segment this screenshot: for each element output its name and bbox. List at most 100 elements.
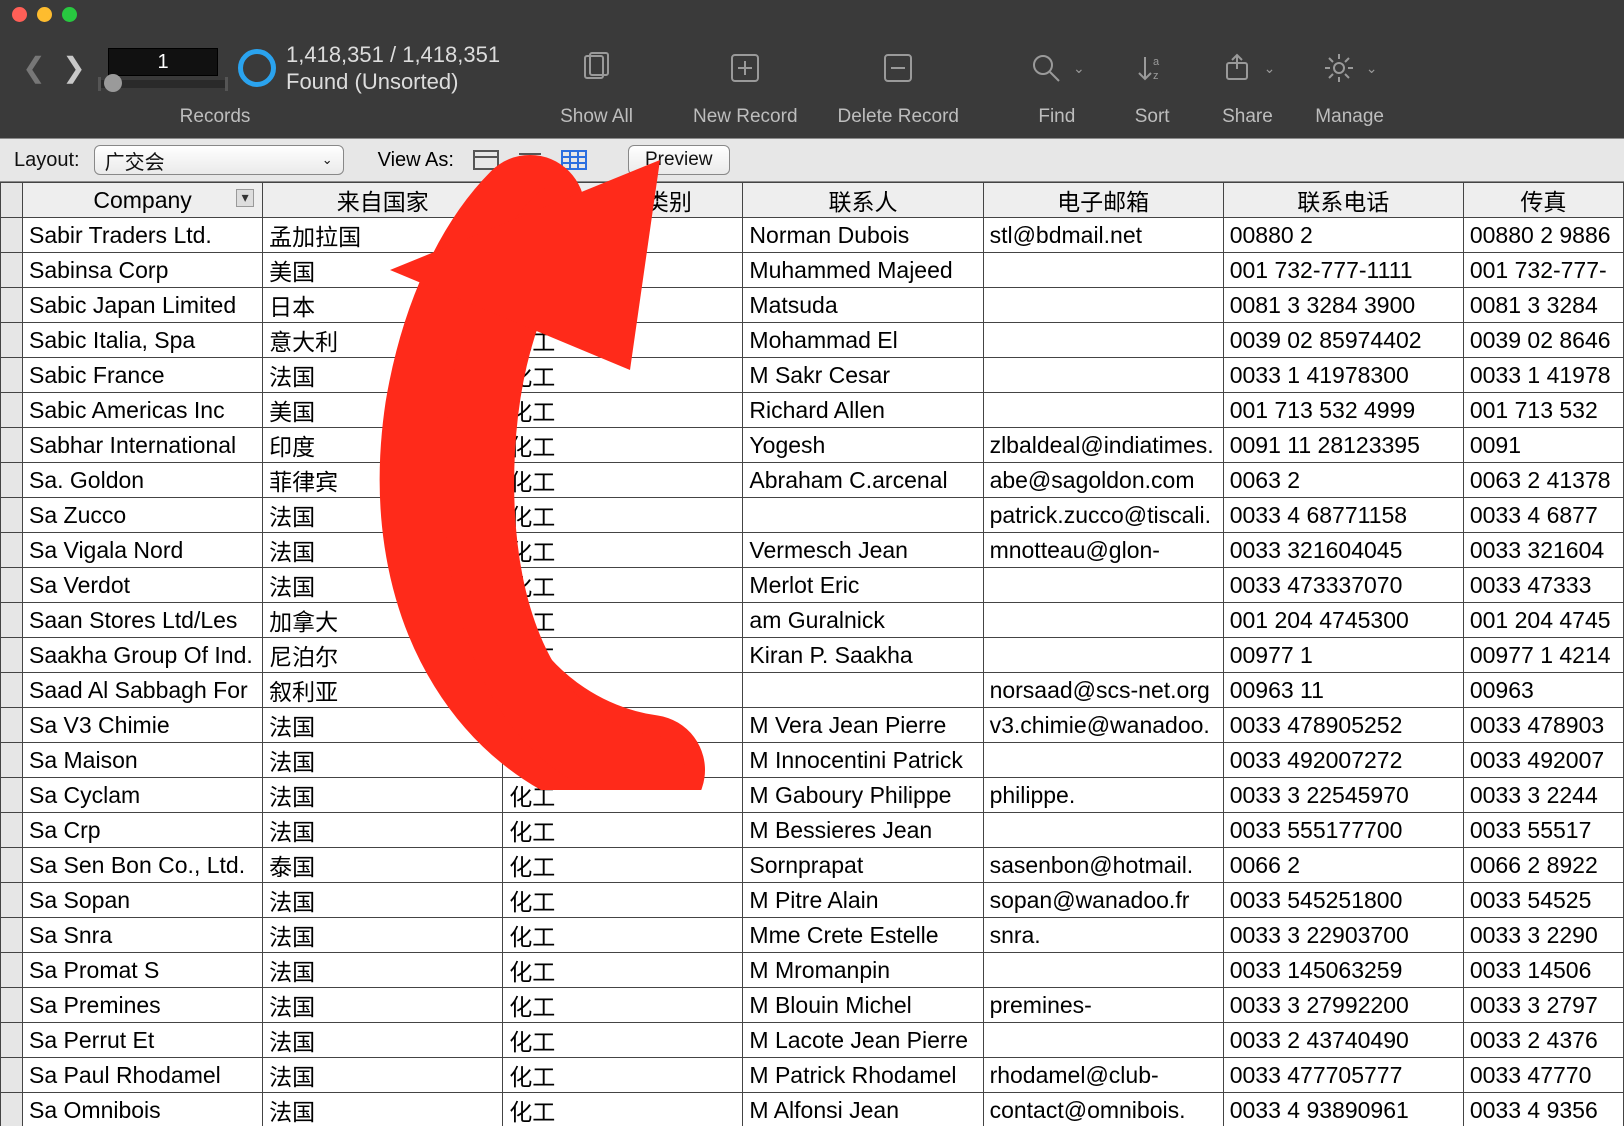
row-gutter[interactable] (1, 603, 23, 638)
cell[interactable]: 0066 2 (1223, 848, 1463, 883)
row-gutter[interactable] (1, 743, 23, 778)
table-row[interactable]: Saad Al Sabbagh For叙利亚化工norsaad@scs-net.… (1, 673, 1624, 708)
cell[interactable]: abe@sagoldon.com (983, 463, 1223, 498)
cell[interactable]: Sabic Americas Inc (23, 393, 263, 428)
cell[interactable]: 化工 (503, 988, 743, 1023)
find-icon[interactable] (1029, 51, 1063, 85)
cell[interactable]: 00880 2 (1223, 218, 1463, 253)
cell[interactable] (503, 708, 743, 743)
cell[interactable]: 0033 3 27992200 (1223, 988, 1463, 1023)
cell[interactable]: 0033 478903 (1463, 708, 1623, 743)
pie-icon[interactable] (238, 49, 276, 87)
cell[interactable]: Sa Maison (23, 743, 263, 778)
row-gutter[interactable] (1, 673, 23, 708)
cell[interactable]: 化工 (503, 918, 743, 953)
cell[interactable] (983, 603, 1223, 638)
cell[interactable]: 印度 (263, 428, 503, 463)
cell[interactable]: 00880 2 9886 (1463, 218, 1623, 253)
col-contact[interactable]: 联系人 (743, 183, 983, 218)
cell[interactable]: 0033 55517 (1463, 813, 1623, 848)
cell[interactable]: Sa Cyclam (23, 778, 263, 813)
col-phone[interactable]: 联系电话 (1223, 183, 1463, 218)
cell[interactable]: Mme Crete Estelle (743, 918, 983, 953)
cell[interactable]: 0033 477705777 (1223, 1058, 1463, 1093)
cell[interactable]: v3.chimie@wanadoo. (983, 708, 1223, 743)
row-gutter[interactable] (1, 358, 23, 393)
cell[interactable] (983, 323, 1223, 358)
cell[interactable]: 0039 02 8646 (1463, 323, 1623, 358)
cell[interactable] (503, 253, 743, 288)
cell[interactable]: 化工 (503, 953, 743, 988)
cell[interactable] (983, 813, 1223, 848)
col-email[interactable]: 电子邮箱 (983, 183, 1223, 218)
cell[interactable]: Sa Verdot (23, 568, 263, 603)
row-gutter[interactable] (1, 1093, 23, 1126)
cell[interactable]: Sabic Japan Limited (23, 288, 263, 323)
preview-button[interactable]: Preview (628, 145, 730, 175)
cell[interactable]: patrick.zucco@tiscali. (983, 498, 1223, 533)
row-gutter[interactable] (1, 568, 23, 603)
cell[interactable]: zlbaldeal@indiatimes. (983, 428, 1223, 463)
cell[interactable]: Sabhar International (23, 428, 263, 463)
table-row[interactable]: Sa Paul Rhodamel法国化工M Patrick Rhodamel r… (1, 1058, 1624, 1093)
cell[interactable]: Sa Perrut Et (23, 1023, 263, 1058)
cell[interactable]: Saad Al Sabbagh For (23, 673, 263, 708)
cell[interactable]: Sa. Goldon (23, 463, 263, 498)
cell[interactable]: Abraham C.arcenal (743, 463, 983, 498)
cell[interactable] (983, 1023, 1223, 1058)
cell[interactable]: 化工 (503, 428, 743, 463)
cell[interactable]: 00963 (1463, 673, 1623, 708)
cell[interactable]: M Alfonsi Jean (743, 1093, 983, 1126)
table-row[interactable]: Sa Sopan法国化工M Pitre Alain sopan@wanadoo.… (1, 883, 1624, 918)
cell[interactable] (743, 498, 983, 533)
table-row[interactable]: Saakha Group Of Ind.尼泊尔化工Kiran P. Saakha… (1, 638, 1624, 673)
manage-menu-chevron-icon[interactable]: ⌄ (1366, 60, 1378, 77)
cell[interactable]: 尼泊尔 (263, 638, 503, 673)
cell[interactable]: 0033 3 2290 (1463, 918, 1623, 953)
cell[interactable]: Sa Vigala Nord (23, 533, 263, 568)
cell[interactable]: 法国 (263, 1058, 503, 1093)
cell[interactable]: Sa Sopan (23, 883, 263, 918)
cell[interactable]: Sabinsa Corp (23, 253, 263, 288)
view-table-button[interactable] (554, 145, 594, 175)
cell[interactable]: 化工 (503, 673, 743, 708)
cell[interactable]: M Vera Jean Pierre (743, 708, 983, 743)
row-gutter[interactable] (1, 918, 23, 953)
cell[interactable]: 化工 (503, 568, 743, 603)
cell[interactable]: 0033 321604045 (1223, 533, 1463, 568)
row-gutter[interactable] (1, 988, 23, 1023)
cell[interactable]: M Pitre Alain (743, 883, 983, 918)
cell[interactable]: Yogesh (743, 428, 983, 463)
cell[interactable]: premines- (983, 988, 1223, 1023)
table-row[interactable]: Saan Stores Ltd/Les加拿大化工am Guralnick001 … (1, 603, 1624, 638)
row-gutter[interactable] (1, 428, 23, 463)
cell[interactable]: Sa Crp (23, 813, 263, 848)
data-table[interactable]: Company 来自国家 采购产品类别 联系人 电子邮箱 联系电话 传真 Sab… (0, 182, 1624, 1126)
cell[interactable]: 0033 545251800 (1223, 883, 1463, 918)
cell[interactable]: 法国 (263, 813, 503, 848)
cell[interactable]: 0091 (1463, 428, 1623, 463)
cell[interactable] (983, 393, 1223, 428)
cell[interactable]: 法国 (263, 1023, 503, 1058)
table-row[interactable]: Sa Perrut Et法国化工M Lacote Jean Pierre0033… (1, 1023, 1624, 1058)
table-row[interactable]: Sabic France法国化工M Sakr Cesar0033 1 41978… (1, 358, 1624, 393)
cell[interactable]: 0091 11 28123395 (1223, 428, 1463, 463)
cell[interactable]: 化工 (503, 778, 743, 813)
cell[interactable]: 0033 492007272 (1223, 743, 1463, 778)
row-gutter[interactable] (1, 638, 23, 673)
cell[interactable] (983, 288, 1223, 323)
cell[interactable]: philippe. (983, 778, 1223, 813)
cell[interactable]: 叙利亚 (263, 673, 503, 708)
cell[interactable]: Norman Dubois (743, 218, 983, 253)
cell[interactable]: rhodamel@club- (983, 1058, 1223, 1093)
row-gutter[interactable] (1, 1058, 23, 1093)
cell[interactable] (983, 743, 1223, 778)
cell[interactable]: 0033 3 2797 (1463, 988, 1623, 1023)
cell[interactable]: 001 732-777-1111 (1223, 253, 1463, 288)
cell[interactable]: am Guralnick (743, 603, 983, 638)
cell[interactable]: M Bessieres Jean (743, 813, 983, 848)
cell[interactable]: 法国 (263, 988, 503, 1023)
cell[interactable] (983, 253, 1223, 288)
row-gutter[interactable] (1, 218, 23, 253)
new-record-icon[interactable] (728, 51, 762, 85)
